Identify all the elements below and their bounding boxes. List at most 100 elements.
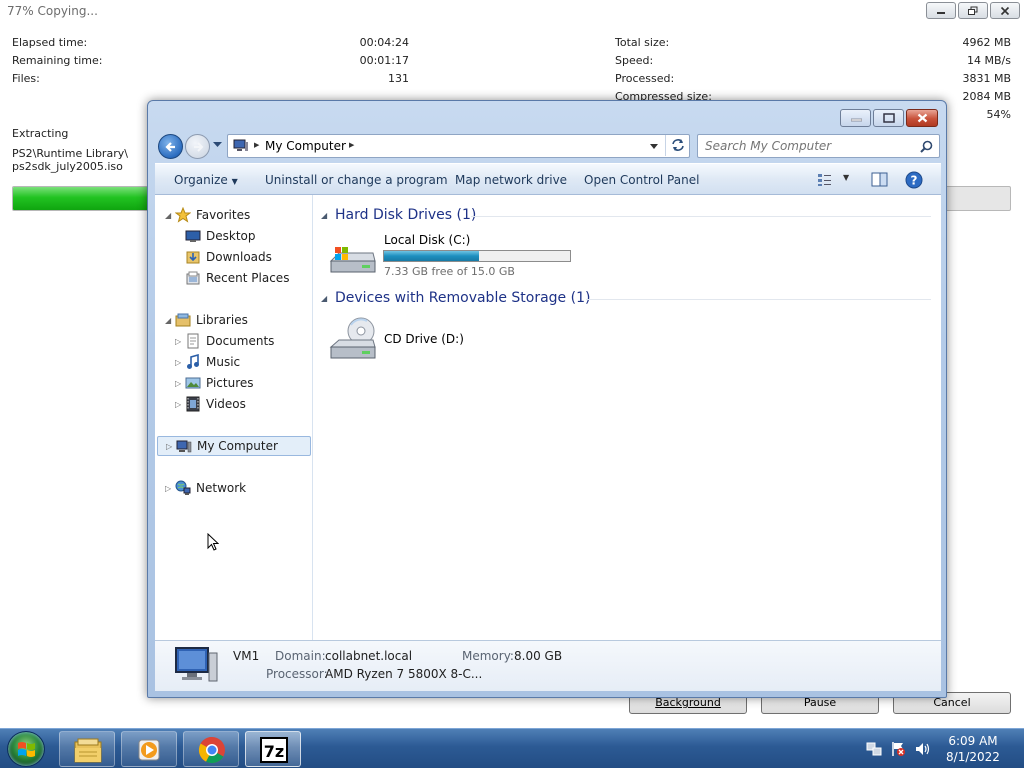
taskbar-7zip[interactable]: 7z <box>245 731 301 767</box>
computer-icon <box>233 139 248 151</box>
nav-pictures[interactable]: ▷ Pictures <box>175 373 305 393</box>
drive-d-item[interactable]: CD Drive (D:) <box>325 317 525 363</box>
nav-network[interactable]: ▷ Network <box>163 478 303 498</box>
details-pane: VM1 Domain: collabnet.local Memory: 8.00… <box>155 640 941 691</box>
removable-storage-title: Devices with Removable Storage (1) <box>335 290 591 306</box>
7zip-minimize-button[interactable] <box>926 2 956 19</box>
nav-videos[interactable]: ▷ Videos <box>175 394 305 414</box>
explorer-maximize-button[interactable] <box>873 109 904 127</box>
expand-arrow-icon[interactable]: ▷ <box>166 442 172 451</box>
expand-arrow-icon[interactable]: ▷ <box>175 337 181 346</box>
preview-pane-icon[interactable] <box>871 172 888 188</box>
nav-music-label: Music <box>206 355 241 369</box>
search-box[interactable] <box>697 134 940 158</box>
expand-arrow-icon[interactable]: ▷ <box>175 358 181 367</box>
search-icon[interactable] <box>920 140 933 153</box>
taskbar: 7z 6:09 AM 8/1/2022 <box>0 728 1024 768</box>
nav-downloads[interactable]: Downloads <box>175 247 305 267</box>
network-tray-icon[interactable] <box>866 741 882 757</box>
group-divider <box>586 299 931 300</box>
elapsed-time-value: 00:04:24 <box>359 36 409 49</box>
help-icon[interactable]: ? <box>905 171 923 189</box>
navigation-pane: ◢ Favorites Desktop Downloads Recent Pla… <box>155 195 313 640</box>
open-control-panel-button[interactable]: Open Control Panel <box>584 173 699 187</box>
forward-button[interactable] <box>185 134 210 159</box>
nav-my-computer-label: My Computer <box>197 439 278 453</box>
organize-button[interactable]: Organize ▼ <box>174 173 238 187</box>
group-removable-storage[interactable]: ◢ Devices with Removable Storage (1) <box>321 289 931 309</box>
expand-arrow-icon[interactable]: ▷ <box>175 400 181 409</box>
drive-d-name: CD Drive (D:) <box>384 332 464 346</box>
back-arrow-icon <box>165 142 175 152</box>
7zip-close-button[interactable] <box>990 2 1020 19</box>
processor-label: Processor: <box>266 667 328 681</box>
search-input[interactable] <box>705 138 910 154</box>
nav-recent-places[interactable]: Recent Places <box>175 268 305 288</box>
back-button[interactable] <box>158 134 183 159</box>
elapsed-time-label: Elapsed time: <box>12 36 88 49</box>
nav-favorites[interactable]: ◢ Favorites <box>163 205 303 225</box>
libraries-icon <box>175 313 191 327</box>
nav-documents[interactable]: ▷ Documents <box>175 331 305 351</box>
restore-icon <box>968 6 978 15</box>
view-options-icon <box>818 174 831 186</box>
group-divider <box>471 216 931 217</box>
organize-dropdown-icon: ▼ <box>231 177 238 186</box>
drive-c-free-space: 7.33 GB free of 15.0 GB <box>384 265 515 278</box>
svg-text:?: ? <box>911 174 918 188</box>
nav-desktop-label: Desktop <box>206 229 256 243</box>
network-icon <box>175 480 191 495</box>
breadcrumb-my-computer[interactable]: My Computer <box>265 139 346 153</box>
uninstall-program-button[interactable]: Uninstall or change a program <box>265 173 448 187</box>
processor-value: AMD Ryzen 7 5800X 8-C... <box>325 667 483 681</box>
processed-value: 3831 MB <box>962 72 1011 85</box>
windows-logo-icon <box>18 742 35 757</box>
explorer-minimize-button[interactable] <box>840 109 871 127</box>
system-clock[interactable]: 6:09 AM 8/1/2022 <box>925 733 1021 765</box>
memory-value: 8.00 GB <box>514 649 563 663</box>
nav-desktop[interactable]: Desktop <box>175 226 305 246</box>
recent-pages-dropdown-icon[interactable] <box>213 142 222 148</box>
nav-music[interactable]: ▷ Music <box>175 352 305 372</box>
start-button[interactable] <box>7 731 45 767</box>
nav-libraries[interactable]: ◢ Libraries <box>163 310 303 330</box>
7zip-titlebar: 77% Copying... <box>0 0 1024 22</box>
mouse-cursor-icon <box>207 533 219 551</box>
computer-large-icon <box>175 647 218 682</box>
current-path-line2: ps2sdk_july2005.iso <box>12 160 123 173</box>
memory-label: Memory: <box>462 649 514 663</box>
collapse-group-icon[interactable]: ◢ <box>321 294 327 303</box>
close-icon <box>917 113 928 123</box>
taskbar-explorer[interactable] <box>59 731 115 767</box>
collapse-group-icon[interactable]: ◢ <box>321 211 327 220</box>
clock-date: 8/1/2022 <box>946 750 1000 764</box>
group-hard-disk-drives[interactable]: ◢ Hard Disk Drives (1) <box>321 206 931 226</box>
explorer-close-button[interactable] <box>906 109 938 127</box>
operation-label: Extracting <box>12 127 69 140</box>
address-dropdown-icon[interactable] <box>650 144 658 149</box>
collapse-arrow-icon[interactable]: ◢ <box>165 316 171 325</box>
taskbar-media-player[interactable] <box>121 731 177 767</box>
total-size-value: 4962 MB <box>962 36 1011 49</box>
collapse-arrow-icon[interactable]: ◢ <box>165 211 171 220</box>
svg-text:7z: 7z <box>264 742 284 761</box>
address-bar[interactable]: ▶ My Computer ▶ <box>227 134 690 158</box>
files-label: Files: <box>12 72 40 85</box>
map-network-drive-button[interactable]: Map network drive <box>455 173 567 187</box>
nav-network-label: Network <box>196 481 247 495</box>
breadcrumb-chevron-icon[interactable]: ▶ <box>349 141 354 149</box>
action-center-flag-icon[interactable] <box>890 741 906 757</box>
expand-arrow-icon[interactable]: ▷ <box>175 379 181 388</box>
command-bar: Organize ▼ Uninstall or change a program… <box>155 163 941 195</box>
drive-c-usage-fill <box>384 251 479 261</box>
change-view-button[interactable]: ▼ <box>815 172 855 188</box>
taskbar-chrome[interactable] <box>183 731 239 767</box>
organize-label: Organize <box>174 173 228 187</box>
nav-my-computer[interactable]: ▷ My Computer <box>157 436 311 456</box>
nav-recent-places-label: Recent Places <box>206 271 290 285</box>
breadcrumb-separator-icon[interactable]: ▶ <box>254 141 259 149</box>
7zip-restore-button[interactable] <box>958 2 988 19</box>
remaining-time-value: 00:01:17 <box>359 54 409 67</box>
expand-arrow-icon[interactable]: ▷ <box>165 484 171 493</box>
refresh-button[interactable] <box>665 135 689 156</box>
